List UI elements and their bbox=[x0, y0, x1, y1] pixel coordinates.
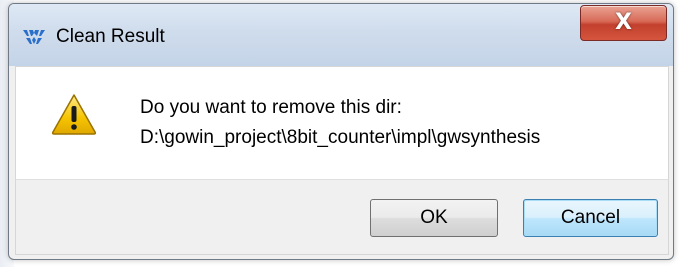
gowin-logo-icon bbox=[23, 30, 45, 44]
dialog-button-bar: OK Cancel bbox=[15, 179, 669, 255]
message-path: D:\gowin_project\8bit_counter\impl\gwsyn… bbox=[140, 127, 541, 148]
message-line: Do you want to remove this dir: bbox=[140, 97, 402, 118]
dialog-message: Do you want to remove this dir: D:\gowin… bbox=[140, 93, 540, 153]
dialog-titlebar[interactable]: Clean Result X bbox=[9, 4, 673, 66]
ok-button[interactable]: OK bbox=[370, 199, 498, 237]
clean-result-dialog: Clean Result X Do you want to remove thi… bbox=[8, 3, 674, 260]
dialog-title: Clean Result bbox=[56, 26, 165, 47]
close-icon: X bbox=[615, 10, 632, 35]
close-button[interactable]: X bbox=[580, 5, 667, 41]
warning-icon bbox=[51, 94, 97, 135]
cancel-button[interactable]: Cancel bbox=[523, 199, 658, 237]
dialog-message-area: Do you want to remove this dir: D:\gowin… bbox=[15, 66, 669, 180]
